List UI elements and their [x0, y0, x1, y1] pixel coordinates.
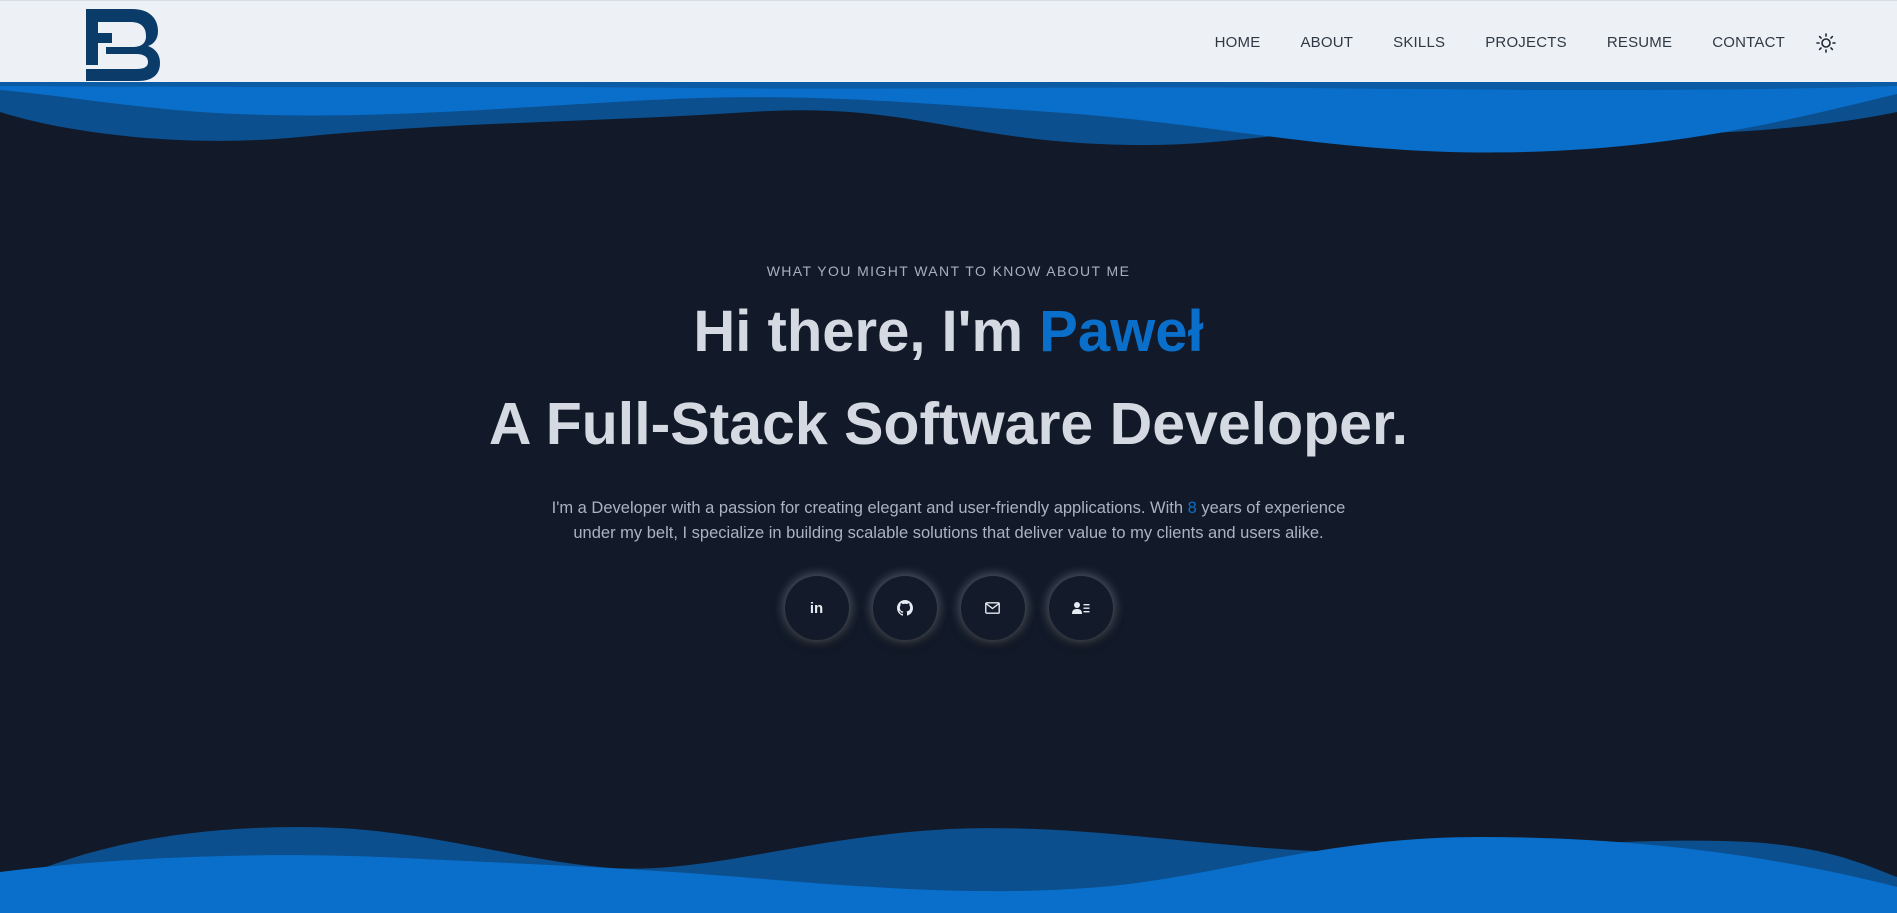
contact-card-icon	[1071, 602, 1089, 614]
email-button[interactable]	[960, 576, 1025, 640]
hero-subheadline: A Full-Stack Software Developer.	[488, 391, 1409, 457]
nav-contact[interactable]: CONTACT	[1712, 34, 1785, 51]
navbar: HOME ABOUT SKILLS PROJECTS RESUME CONTAC…	[0, 0, 1897, 83]
hero-bio: I'm a Developer with a passion for creat…	[529, 496, 1369, 546]
mail-icon	[985, 602, 1000, 614]
bio-text-start: I'm a Developer with a passion for creat…	[551, 499, 1188, 517]
top-wave-decoration	[0, 82, 1897, 153]
contact-card-button[interactable]	[1048, 576, 1113, 640]
nav-links: HOME ABOUT SKILLS PROJECTS RESUME CONTAC…	[1175, 1, 1785, 84]
logo-icon[interactable]	[84, 9, 162, 81]
hero-eyebrow: WHAT YOU MIGHT WANT TO KNOW ABOUT ME	[766, 263, 1131, 279]
hero-section: WHAT YOU MIGHT WANT TO KNOW ABOUT ME Hi …	[0, 260, 1897, 640]
bio-years: 8	[1187, 499, 1197, 517]
hero-greeting: Hi there, I'm	[693, 299, 1040, 364]
hero-name: Paweł	[1039, 299, 1204, 364]
nav-projects[interactable]: PROJECTS	[1485, 34, 1567, 51]
github-icon	[896, 600, 913, 616]
nav-resume[interactable]: RESUME	[1607, 34, 1672, 51]
hero-headline: Hi there, I'm Paweł	[0, 292, 1897, 372]
nav-skills[interactable]: SKILLS	[1393, 34, 1445, 51]
github-button[interactable]	[872, 576, 937, 640]
nav-about[interactable]: ABOUT	[1300, 34, 1353, 51]
bottom-wave-decoration	[0, 827, 1897, 913]
nav-home[interactable]: HOME	[1215, 34, 1261, 51]
sun-icon[interactable]	[1816, 33, 1836, 53]
social-links: in	[0, 576, 1897, 640]
linkedin-button[interactable]: in	[784, 576, 849, 640]
linkedin-icon: in	[809, 599, 824, 617]
